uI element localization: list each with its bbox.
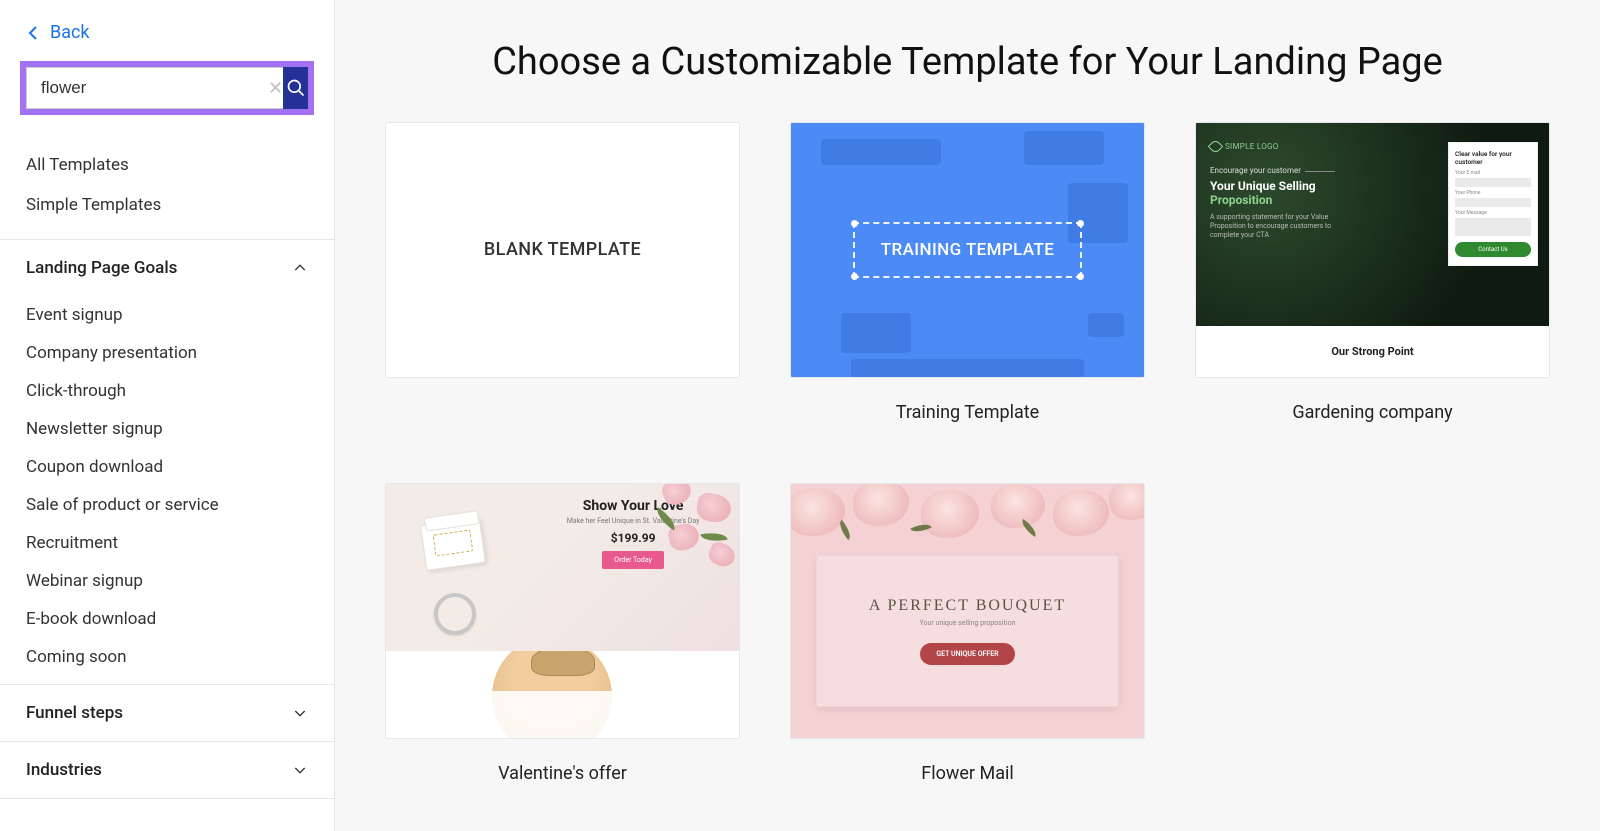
goal-item[interactable]: Coming soon [26, 638, 308, 676]
back-button[interactable]: Back [0, 0, 334, 61]
search-bar: ✕ [20, 61, 314, 115]
thumb-text: Your unique selling proposition [920, 619, 1016, 627]
template-caption: Training Template [790, 378, 1145, 423]
bracelet-icon [434, 593, 476, 635]
goal-item[interactable]: Sale of product or service [26, 486, 308, 524]
goal-item[interactable]: Event signup [26, 296, 308, 334]
chevron-down-icon [292, 705, 308, 721]
nav-links: All Templates Simple Templates [0, 131, 334, 239]
search-input[interactable] [26, 67, 298, 109]
main-content: Choose a Customizable Template for Your … [335, 0, 1600, 831]
template-card-training[interactable]: TRAINING TEMPLATE Training Template [790, 122, 1145, 423]
goal-item[interactable]: Click-through [26, 372, 308, 410]
clear-search-button[interactable]: ✕ [268, 78, 283, 99]
search-button[interactable] [283, 67, 308, 109]
thumb-heading: A PERFECT BOUQUET [869, 597, 1066, 615]
template-thumb: Show Your Love Make her Feel Unique in S… [385, 483, 740, 739]
nav-all-templates[interactable]: All Templates [26, 145, 308, 185]
sidebar: Back ✕ All Templates Simple Templates La… [0, 0, 335, 831]
gift-box-icon [420, 517, 486, 571]
goal-item[interactable]: Coupon download [26, 448, 308, 486]
thumb-text: Our Strong Point [1196, 326, 1549, 377]
template-grid: BLANK TEMPLATE TRAINING TEMPLATE Trainin… [385, 122, 1550, 784]
template-thumb: SIMPLE LOGO Encourage your customer Your… [1195, 122, 1550, 378]
goal-item[interactable]: Webinar signup [26, 562, 308, 600]
thumb-form: Clear value for your customer Your E-mai… [1449, 143, 1537, 265]
flowers-icon [644, 484, 739, 652]
template-card-valentines[interactable]: Show Your Love Make her Feel Unique in S… [385, 483, 740, 784]
template-caption: Flower Mail [790, 739, 1145, 784]
template-thumb: A PERFECT BOUQUET Your unique selling pr… [790, 483, 1145, 739]
goals-items: Event signup Company presentation Click-… [0, 296, 334, 684]
template-card-gardening[interactable]: SIMPLE LOGO Encourage your customer Your… [1195, 122, 1550, 423]
section-industries[interactable]: Industries [0, 741, 334, 799]
template-card-blank[interactable]: BLANK TEMPLATE [385, 122, 740, 423]
template-thumb: BLANK TEMPLATE [385, 122, 740, 378]
template-caption: Gardening company [1195, 378, 1550, 423]
goal-item[interactable]: E-book download [26, 600, 308, 638]
thumb-text: A supporting statement for your Value Pr… [1210, 213, 1350, 240]
section-title: Industries [26, 760, 102, 780]
template-caption: Valentine's offer [385, 739, 740, 784]
chevron-left-icon [28, 25, 38, 41]
goal-item[interactable]: Recruitment [26, 524, 308, 562]
thumb-label: TRAINING TEMPLATE [881, 240, 1055, 260]
template-card-flower-mail[interactable]: A PERFECT BOUQUET Your unique selling pr… [790, 483, 1145, 784]
search-icon [286, 78, 306, 98]
back-label: Back [50, 22, 90, 43]
chevron-down-icon [292, 762, 308, 778]
thumb-label: BLANK TEMPLATE [484, 239, 641, 260]
close-icon: ✕ [268, 78, 283, 98]
goal-item[interactable]: Newsletter signup [26, 410, 308, 448]
section-title: Funnel steps [26, 703, 123, 723]
nav-simple-templates[interactable]: Simple Templates [26, 185, 308, 225]
page-title: Choose a Customizable Template for Your … [385, 40, 1550, 84]
thumb-cta: GET UNIQUE OFFER [920, 643, 1014, 665]
template-thumb: TRAINING TEMPLATE [790, 122, 1145, 378]
goal-item[interactable]: Company presentation [26, 334, 308, 372]
section-landing-page-goals[interactable]: Landing Page Goals [0, 239, 334, 296]
thumb-cta: Contact Us [1455, 242, 1531, 257]
section-funnel-steps[interactable]: Funnel steps [0, 684, 334, 741]
section-title: Landing Page Goals [26, 258, 177, 278]
chevron-up-icon [292, 260, 308, 276]
